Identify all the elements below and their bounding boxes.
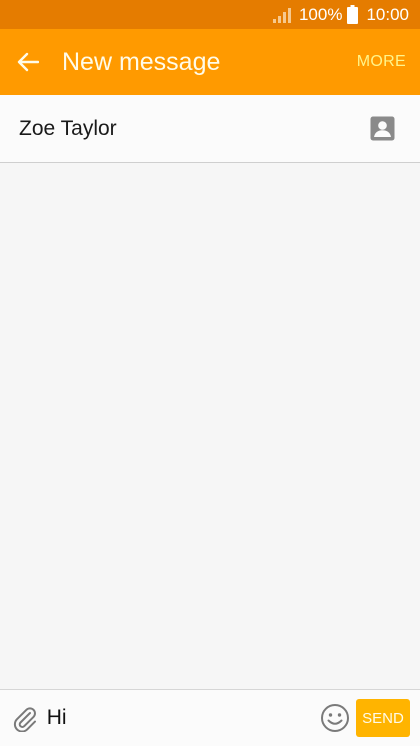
recipient-field[interactable]: Zoe Taylor [0,95,420,163]
battery-icon [347,5,359,24]
status-bar: 100% 10:00 [0,0,420,29]
more-button[interactable]: MORE [357,53,406,71]
emoji-button[interactable] [318,698,352,738]
attach-button[interactable] [4,690,46,746]
message-thread-area [0,163,420,689]
message-composer: SEND [0,689,420,746]
contact-picker-button[interactable] [369,116,395,142]
paperclip-icon [13,707,36,732]
send-button[interactable]: SEND [355,699,410,737]
back-button[interactable] [0,29,56,95]
app-bar: New message MORE [0,29,420,95]
recipient-name: Zoe Taylor [19,116,117,140]
message-input[interactable] [45,698,318,738]
arrow-left-icon [17,52,39,72]
smiley-icon [320,704,349,732]
battery-percent: 100% [298,4,343,24]
contact-icon [370,116,394,141]
page-title: New message [62,47,221,76]
signal-icon [272,7,291,23]
status-time: 10:00 [366,4,409,24]
